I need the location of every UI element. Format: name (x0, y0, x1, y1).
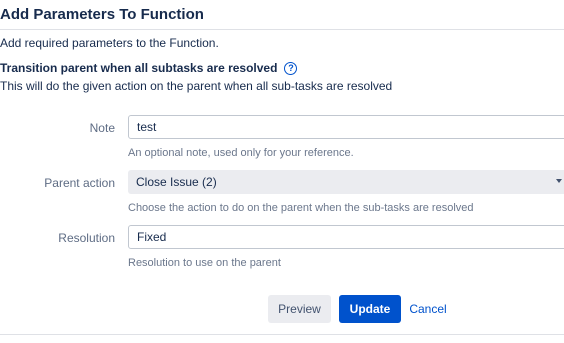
section-heading: Transition parent when all subtasks are … (0, 61, 298, 75)
resolution-input[interactable]: Fixed (128, 225, 564, 249)
note-hint: An optional note, used only for your ref… (128, 147, 354, 159)
section-title: Transition parent when all subtasks are … (0, 61, 278, 75)
bottom-divider (0, 334, 564, 335)
preview-button[interactable]: Preview (268, 295, 331, 323)
note-value: test (137, 120, 157, 134)
note-label: Note (89, 121, 115, 135)
parent-action-hint: Choose the action to do on the parent wh… (128, 202, 474, 214)
parent-action-select[interactable]: Close Issue (2) (128, 170, 564, 194)
parent-action-label: Parent action (44, 176, 115, 190)
resolution-hint: Resolution to use on the parent (128, 257, 281, 269)
title-divider (0, 29, 564, 30)
question-circle-icon[interactable]: ? (284, 61, 298, 75)
cancel-link[interactable]: Cancel (405, 295, 451, 323)
update-button[interactable]: Update (339, 295, 401, 323)
chevron-down-icon (556, 179, 562, 183)
dialog-title: Add Parameters To Function (0, 6, 204, 23)
intro-text: Add required parameters to the Function. (0, 36, 219, 50)
resolution-label: Resolution (58, 231, 115, 245)
section-description: This will do the given action on the par… (0, 79, 393, 93)
note-input[interactable]: test (128, 115, 564, 139)
resolution-value: Fixed (137, 230, 167, 244)
parent-action-value: Close Issue (2) (136, 175, 217, 189)
